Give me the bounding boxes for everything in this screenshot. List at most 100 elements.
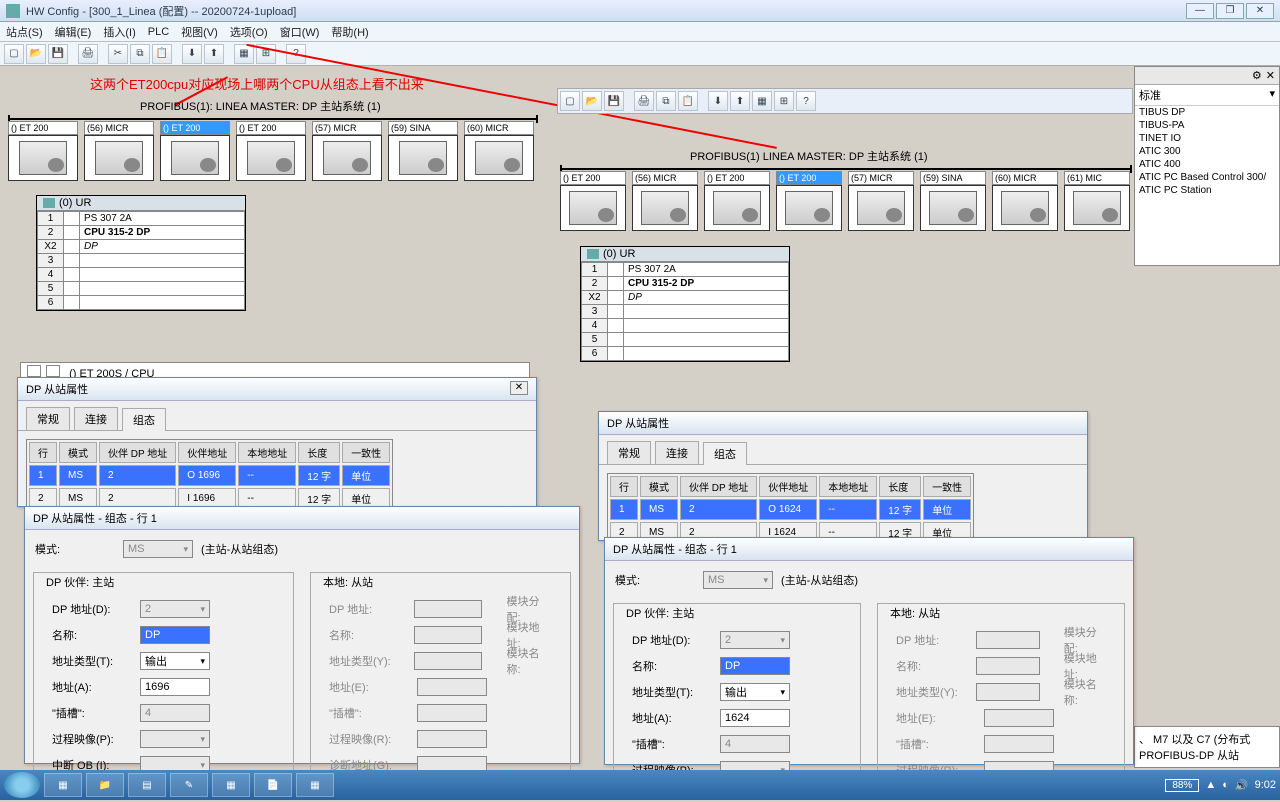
task-item[interactable]: ▦	[296, 773, 334, 797]
config-grid-right[interactable]: 行模式伙伴 DP 地址伙伴地址本地地址长度一致性1MS2O 1624--12 字…	[607, 473, 974, 546]
profibus-device[interactable]: (59) SINA	[388, 122, 458, 181]
r-name-input	[414, 626, 482, 644]
dialog-tabs: 常规 连接 组态	[18, 401, 536, 431]
maximize-button[interactable]: ❐	[1216, 3, 1244, 19]
dp-slave-row-dialog-left[interactable]: DP 从站属性 - 组态 - 行 1 模式: MS (主站-从站组态) DP 伙…	[24, 506, 580, 764]
paste-icon[interactable]: 📋	[678, 91, 698, 111]
open-icon[interactable]: 📂	[26, 44, 46, 64]
dialog-title: DP 从站属性 - 组态 - 行 1	[613, 541, 737, 557]
paste-icon[interactable]: 📋	[152, 44, 172, 64]
dp-slave-properties-dialog-right[interactable]: DP 从站属性 常规 连接 组态 行模式伙伴 DP 地址伙伴地址本地地址长度一致…	[598, 411, 1088, 541]
tab-config[interactable]: 组态	[122, 408, 166, 431]
tray-icon[interactable]: ▲	[1205, 779, 1216, 791]
menu-edit[interactable]: 编辑(E)	[55, 24, 92, 40]
task-item[interactable]: ▦	[44, 773, 82, 797]
profibus-device[interactable]: (56) MICR	[84, 122, 154, 181]
open-icon[interactable]: 📂	[582, 91, 602, 111]
task-item[interactable]: ▤	[128, 773, 166, 797]
name-input[interactable]: DP	[140, 626, 210, 644]
name-input[interactable]: DP	[720, 657, 790, 675]
help-icon[interactable]: ?	[796, 91, 816, 111]
pimg-select[interactable]	[140, 730, 210, 748]
new-icon[interactable]: ▢	[560, 91, 580, 111]
upload-icon[interactable]: ⬆	[204, 44, 224, 64]
profibus-device[interactable]: () ET 200	[704, 172, 770, 231]
rack-right[interactable]: (0) UR 1PS 307 2A2CPU 315-2 DPX2DP3456	[580, 246, 790, 362]
upload-icon[interactable]: ⬆	[730, 91, 750, 111]
print-icon[interactable]: 🖨	[78, 44, 98, 64]
close-button[interactable]: ✕	[1246, 3, 1274, 19]
task-item[interactable]: ▦	[212, 773, 250, 797]
profibus-device[interactable]: () ET 200	[236, 122, 306, 181]
tab-general[interactable]: 常规	[607, 441, 651, 464]
dp-addr-select[interactable]: 2	[720, 631, 790, 649]
profibus-device[interactable]: (60) MICR	[464, 122, 534, 181]
catalog-item[interactable]: ATIC PC Station	[1135, 184, 1279, 197]
copy-icon[interactable]: ⧉	[656, 91, 676, 111]
task-item[interactable]: 📁	[86, 773, 124, 797]
start-button[interactable]	[4, 772, 40, 798]
hardware-catalog[interactable]: ⚙✕ 标准▾ TIBUS DPTIBUS-PATINET IOATIC 300A…	[1134, 66, 1280, 266]
new-icon[interactable]: ▢	[4, 44, 24, 64]
catalog-icon[interactable]: ▦	[752, 91, 772, 111]
addr-input[interactable]: 1696	[140, 678, 210, 696]
save-icon[interactable]: 💾	[48, 44, 68, 64]
tray-icon[interactable]: ◐	[1222, 779, 1229, 791]
download-icon[interactable]: ⬇	[708, 91, 728, 111]
download-icon[interactable]: ⬇	[182, 44, 202, 64]
profibus-device[interactable]: (59) SINA	[920, 172, 986, 231]
dp-slave-properties-dialog-left[interactable]: DP 从站属性✕ 常规 连接 组态 行模式伙伴 DP 地址伙伴地址本地地址长度一…	[17, 377, 537, 507]
profibus-device[interactable]: () ET 200	[160, 122, 230, 181]
catalog-item[interactable]: TINET IO	[1135, 132, 1279, 145]
catalog-item[interactable]: ATIC PC Based Control 300/	[1135, 171, 1279, 184]
profibus-device[interactable]: () ET 200	[560, 172, 626, 231]
rack-left[interactable]: (0) UR 1PS 307 2A2CPU 315-2 DPX2DP3456	[36, 195, 246, 311]
network-icon[interactable]: ⊞	[774, 91, 794, 111]
save-icon[interactable]: 💾	[604, 91, 624, 111]
bus-line-right	[560, 168, 1132, 170]
profibus-device[interactable]: (60) MICR	[992, 172, 1058, 231]
config-grid-left[interactable]: 行模式伙伴 DP 地址伙伴地址本地地址长度一致性1MS2O 1696--12 字…	[26, 439, 393, 512]
profibus-device[interactable]: (57) MICR	[848, 172, 914, 231]
catalog-item[interactable]: TIBUS-PA	[1135, 119, 1279, 132]
system-tray[interactable]: 88% ▲ ◐ 🔊 9:02	[1165, 779, 1276, 792]
menu-plc[interactable]: PLC	[148, 26, 169, 38]
catalog-item[interactable]: TIBUS DP	[1135, 106, 1279, 119]
tab-connect[interactable]: 连接	[74, 407, 118, 430]
tab-connect[interactable]: 连接	[655, 441, 699, 464]
minimize-button[interactable]: —	[1186, 3, 1214, 19]
menu-window[interactable]: 窗口(W)	[280, 24, 320, 40]
pimg-label: 过程映像(P):	[52, 731, 132, 747]
addrtype-select[interactable]: 输出	[720, 683, 790, 701]
dp-slave-row-dialog-right[interactable]: DP 从站属性 - 组态 - 行 1 模式: MS (主站-从站组态) DP 伙…	[604, 537, 1134, 765]
mode-select[interactable]: MS	[703, 571, 773, 589]
r-slot-input	[417, 704, 487, 722]
catalog-item[interactable]: ATIC 400	[1135, 158, 1279, 171]
catalog-item[interactable]: ATIC 300	[1135, 145, 1279, 158]
profibus-device[interactable]: (56) MICR	[632, 172, 698, 231]
tab-config[interactable]: 组态	[703, 442, 747, 465]
menu-options[interactable]: 选项(O)	[230, 24, 268, 40]
task-item[interactable]: ✎	[170, 773, 208, 797]
cut-icon[interactable]: ✂	[108, 44, 128, 64]
dp-addr-select[interactable]: 2	[140, 600, 210, 618]
addrtype-select[interactable]: 输出	[140, 652, 210, 670]
window-titlebar: HW Config - [300_1_Linea (配置) -- 2020072…	[0, 0, 1280, 22]
mode-select[interactable]: MS	[123, 540, 193, 558]
task-item[interactable]: 📄	[254, 773, 292, 797]
profibus-device[interactable]: (61) MIC	[1064, 172, 1130, 231]
menu-insert[interactable]: 插入(I)	[103, 24, 135, 40]
addr-input[interactable]: 1624	[720, 709, 790, 727]
close-icon[interactable]: ✕	[510, 381, 528, 395]
windows-taskbar[interactable]: ▦ 📁 ▤ ✎ ▦ 📄 ▦ 88% ▲ ◐ 🔊 9:02	[0, 770, 1280, 800]
tab-general[interactable]: 常规	[26, 407, 70, 430]
profibus-device[interactable]: (57) MICR	[312, 122, 382, 181]
copy-icon[interactable]: ⧉	[130, 44, 150, 64]
tray-icon[interactable]: 🔊	[1235, 779, 1249, 792]
print-icon[interactable]: 🖨	[634, 91, 654, 111]
menu-station[interactable]: 站点(S)	[6, 24, 43, 40]
profibus-device[interactable]: () ET 200	[8, 122, 78, 181]
menu-help[interactable]: 帮助(H)	[331, 24, 368, 40]
menu-view[interactable]: 视图(V)	[181, 24, 218, 40]
profibus-device[interactable]: () ET 200	[776, 172, 842, 231]
